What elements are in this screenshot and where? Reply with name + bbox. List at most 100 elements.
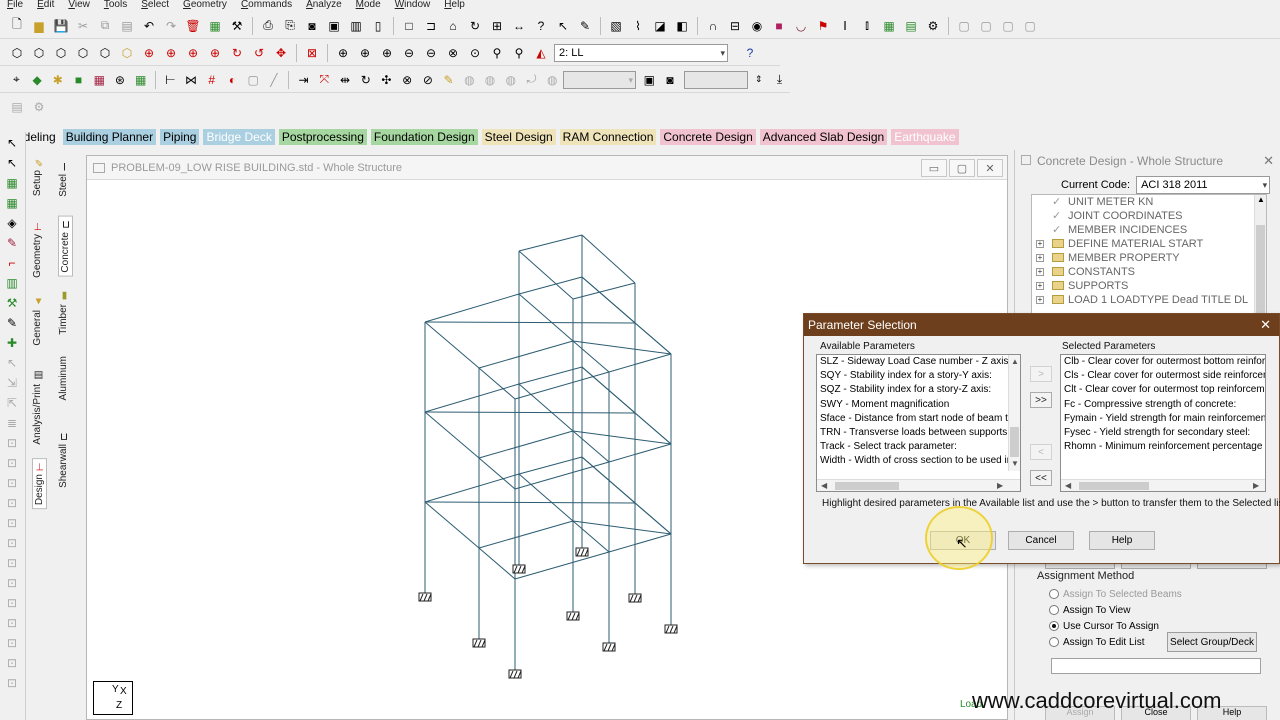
print-preview-icon[interactable]: ⎘ (280, 16, 300, 36)
list-item[interactable]: Fysec - Yield strength for secondary ste… (1061, 426, 1265, 440)
select-node-icon[interactable]: ↖ (3, 154, 21, 172)
intersect-icon[interactable]: ⊗ (398, 70, 417, 90)
beam[interactable] (572, 430, 672, 445)
redo-icon[interactable]: ↷ (161, 16, 181, 36)
report-icon[interactable]: ▥ (346, 16, 366, 36)
stair-icon[interactable]: ⊟ (725, 16, 745, 36)
column-icon[interactable]: ⫾ (857, 16, 877, 36)
merge-icon[interactable]: ⊘ (419, 70, 438, 90)
move-right-button[interactable]: > (1030, 366, 1052, 382)
settings-icon[interactable]: ⚙ (29, 97, 49, 117)
grid-icon[interactable]: ▦ (205, 16, 225, 36)
tab-aluminum[interactable]: Aluminum (58, 356, 69, 400)
list-item[interactable]: Fc - Compressive strength of concrete: (1061, 398, 1265, 412)
menu-tools[interactable]: Tools (97, 0, 134, 12)
stretch-icon[interactable]: ◍ (481, 70, 500, 90)
expand-icon[interactable]: + (1036, 268, 1044, 276)
view-iso-1-icon[interactable]: ⬡ (7, 43, 27, 63)
pointer-icon[interactable]: ↖ (553, 16, 573, 36)
view-iso-2-icon[interactable]: ⬡ (29, 43, 49, 63)
circle-icon[interactable]: ◐ (223, 70, 242, 90)
value-input[interactable] (684, 70, 749, 89)
help-button[interactable]: Help (1089, 531, 1155, 550)
eye-icon[interactable]: ◉ (747, 16, 767, 36)
ribbon-tab-earthquake[interactable]: Earthquake (891, 129, 959, 145)
ribbon-tab-building-planner[interactable]: Building Planner (62, 129, 157, 145)
tab-steel[interactable]: Steel Ⅰ (58, 160, 70, 197)
list-item[interactable]: Sface - Distance from start node of beam… (817, 412, 1020, 426)
menu-edit[interactable]: Edit (30, 0, 61, 12)
table-icon[interactable]: ▦ (131, 70, 150, 90)
move-left-button[interactable]: < (1030, 444, 1052, 460)
beam[interactable] (581, 366, 672, 445)
translate-icon[interactable]: ⤧ (315, 70, 334, 90)
list-item[interactable]: SLZ - Sideway Load Case number - Z axis: (817, 355, 1020, 369)
grid-snap-icon[interactable]: # (202, 70, 221, 90)
tree-node[interactable]: ✓ JOINT COORDINATES (1032, 209, 1266, 223)
beam[interactable] (518, 473, 574, 522)
list-item[interactable]: Track - Select track parameter: (817, 440, 1020, 454)
close-icon[interactable]: ✕ (1263, 153, 1274, 169)
window-close-icon[interactable]: ▢ (1020, 16, 1040, 36)
tree-node[interactable]: + LOAD 1 LOADTYPE Dead TITLE DL (1032, 293, 1266, 307)
select-geometry-icon[interactable]: ▥ (3, 274, 21, 292)
print-icon[interactable]: ⎙ (258, 16, 278, 36)
menu-commands[interactable]: Commands (234, 0, 299, 12)
move-icon[interactable]: ⇥ (294, 70, 313, 90)
hammer-icon[interactable]: ⚒ (227, 16, 247, 36)
dimension-icon[interactable]: ↔ (509, 16, 529, 36)
list-item[interactable]: Width - Width of cross section to be use… (817, 454, 1020, 468)
select-solid-icon[interactable]: ◈ (3, 214, 21, 232)
view-iso-3-icon[interactable]: ⬡ (51, 43, 71, 63)
tree-node[interactable]: ✓ MEMBER INCIDENCES (1032, 223, 1266, 237)
close-button[interactable]: ✕ (977, 159, 1003, 177)
window-list-icon[interactable]: ▢ (998, 16, 1018, 36)
beam[interactable] (478, 340, 574, 369)
beam[interactable] (572, 520, 610, 553)
expand-icon[interactable]: + (1036, 296, 1044, 304)
radio-assign-to-view[interactable]: Assign To View (1049, 602, 1275, 618)
node-icon[interactable]: ⌖ (7, 70, 26, 90)
radio-assign-selected-beams[interactable]: Assign To Selected Beams (1049, 586, 1275, 602)
beam[interactable] (424, 501, 480, 549)
scroll-down-icon[interactable]: ▼ (1011, 459, 1019, 468)
menu-help[interactable]: Help (437, 0, 472, 12)
scroll-right-icon[interactable]: ▶ (1253, 481, 1259, 490)
i-section-icon[interactable]: Ⅰ (835, 16, 855, 36)
list-item[interactable]: Rhomn - Minimum reinforcement percentage… (1061, 440, 1265, 454)
fit-icon[interactable]: ⊠ (302, 43, 322, 63)
scroll-left-icon[interactable]: ◀ (821, 481, 827, 490)
fill-color-icon[interactable]: ◭ (531, 43, 551, 63)
select-inverse-icon[interactable]: ⇱ (3, 394, 21, 412)
beam[interactable] (518, 234, 583, 252)
select-render-icon[interactable]: ⊡ (3, 514, 21, 532)
select-all-icon[interactable]: ✚ (3, 334, 21, 352)
menu-view[interactable]: View (61, 0, 97, 12)
beam[interactable] (572, 340, 672, 355)
geometry-cursor-icon[interactable]: ⊛ (111, 70, 130, 90)
list-item[interactable]: TRN - Transverse loads between supports (817, 426, 1020, 440)
menu-file[interactable]: File (0, 0, 30, 12)
select-plate-icon[interactable]: ▦ (3, 194, 21, 212)
beam[interactable] (478, 547, 516, 580)
structure-icon[interactable]: ⌂ (443, 16, 463, 36)
select-render4-icon[interactable]: ⊡ (3, 574, 21, 592)
ribbon-tab-postprocessing[interactable]: Postprocessing (278, 129, 367, 145)
scroll-thumb[interactable] (835, 482, 899, 490)
current-code-select[interactable]: ACI 318 2011 ▾ (1136, 176, 1271, 194)
menu-select[interactable]: Select (134, 0, 176, 12)
tab-shearwall[interactable]: Shearwall ⊏ (58, 432, 70, 488)
connect-icon[interactable]: ⋈ (182, 70, 201, 90)
scroll-right-icon[interactable]: ▶ (997, 481, 1003, 490)
maximize-button[interactable]: ▢ (949, 159, 975, 177)
available-parameters-list[interactable]: SLZ - Sideway Load Case number - Z axis:… (816, 354, 1021, 492)
select-parallel-icon[interactable]: ⇲ (3, 374, 21, 392)
move-all-left-button[interactable]: << (1030, 470, 1052, 486)
save-icon[interactable]: 💾 (51, 16, 71, 36)
beam[interactable] (424, 501, 636, 504)
tab-general[interactable]: General ▲ (32, 296, 44, 346)
menu-analyze[interactable]: Analyze (299, 0, 349, 12)
menu-geometry[interactable]: Geometry (176, 0, 234, 12)
open-folder-icon[interactable]: ▆ (29, 16, 49, 36)
scroll-left-icon[interactable]: ◀ (1065, 481, 1071, 490)
